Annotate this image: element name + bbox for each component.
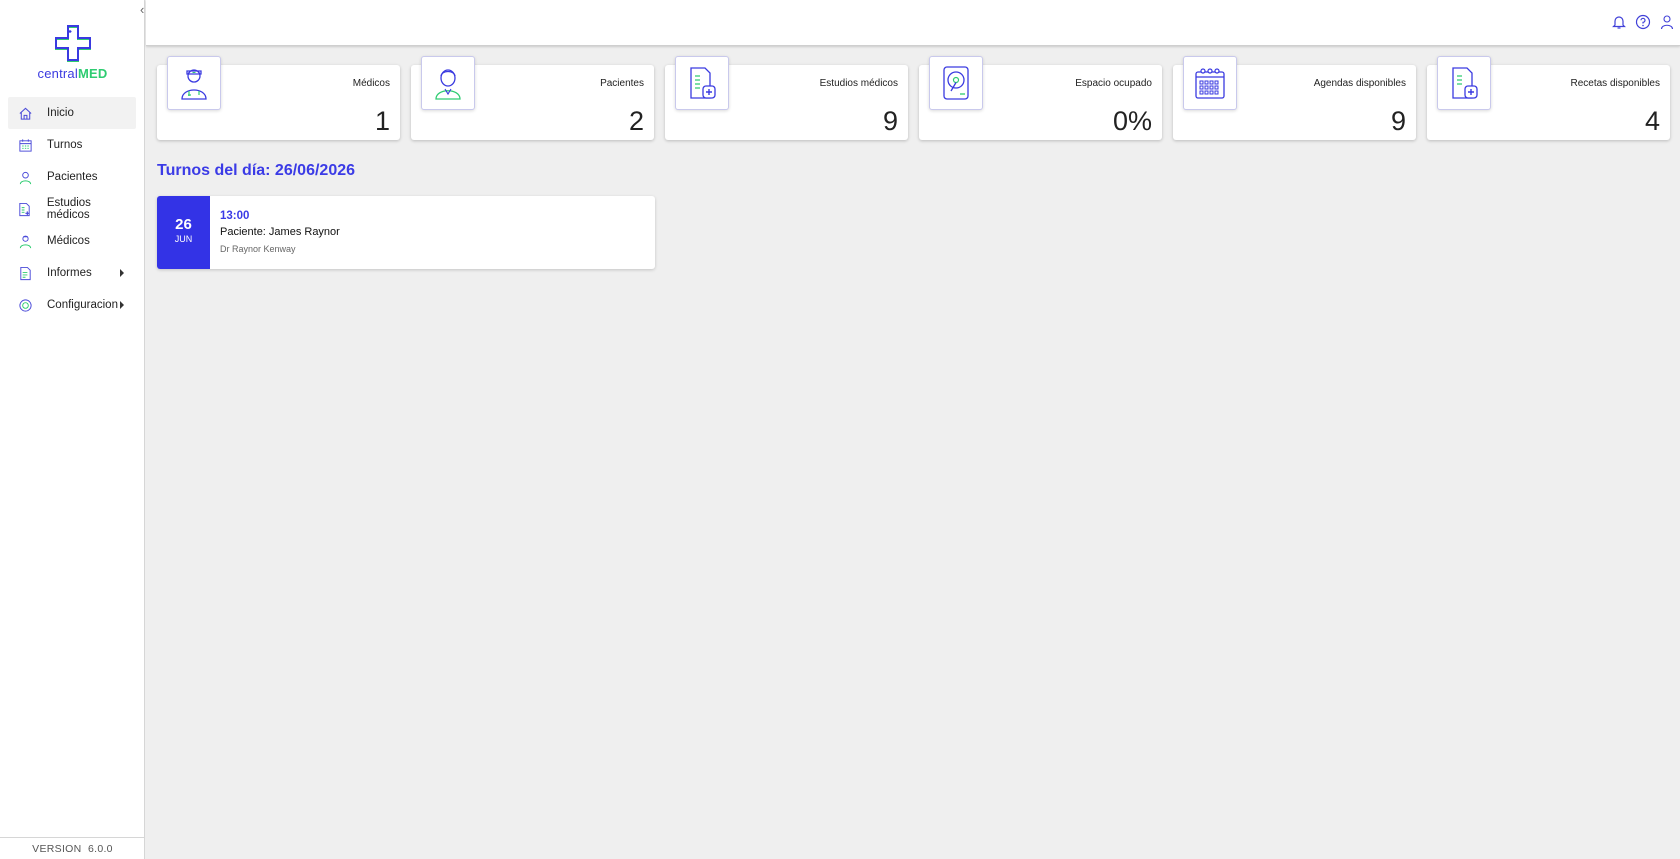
home-icon bbox=[17, 105, 33, 121]
appointment-month: JUN bbox=[174, 234, 193, 244]
sidebar-item-label: Turnos bbox=[47, 139, 83, 151]
stat-card-value: 2 bbox=[628, 106, 644, 136]
stat-card-value: 1 bbox=[374, 106, 390, 136]
settings-icon bbox=[17, 297, 33, 313]
patient-icon bbox=[421, 56, 475, 110]
medical-study-icon bbox=[675, 56, 729, 110]
help-icon[interactable] bbox=[1634, 13, 1652, 31]
stat-card-estudios-medicos[interactable]: Estudios médicos 9 bbox=[665, 56, 908, 140]
appointment-date-badge: 26 JUN bbox=[157, 196, 210, 269]
appointment-day: 26 bbox=[175, 216, 192, 233]
stat-card-pacientes[interactable]: Pacientes 2 bbox=[411, 56, 654, 140]
sidebar-item-inicio[interactable]: Inicio bbox=[8, 97, 136, 129]
stat-card-value: 9 bbox=[882, 106, 898, 136]
patient-icon bbox=[17, 169, 33, 185]
stat-card-recetas-disponibles[interactable]: Recetas disponibles 4 bbox=[1427, 56, 1670, 140]
topbar bbox=[146, 0, 1680, 46]
stat-card-label: Pacientes bbox=[600, 78, 644, 89]
sidebar-item-estudios-medicos[interactable]: Estudios médicos bbox=[8, 193, 136, 225]
today-appointments-title: Turnos del día: 26/06/2026 bbox=[157, 162, 356, 179]
stat-card-medicos[interactable]: Médicos 1 bbox=[157, 56, 400, 140]
stat-card-label: Recetas disponibles bbox=[1570, 78, 1661, 89]
prescription-icon bbox=[1437, 56, 1491, 110]
appointment-time: 13:00 bbox=[220, 210, 250, 222]
sidebar-item-configuracion[interactable]: Configuracion bbox=[8, 289, 136, 321]
sidebar-item-label: Médicos bbox=[47, 235, 90, 247]
appointment-card[interactable]: 26 JUN 13:00 Paciente: James Raynor Dr R… bbox=[157, 196, 655, 269]
sidebar-item-label: Pacientes bbox=[47, 171, 98, 183]
stat-card-value: 4 bbox=[1644, 106, 1660, 136]
user-icon[interactable] bbox=[1658, 13, 1676, 31]
submenu-arrow-icon bbox=[120, 269, 124, 277]
sidebar-item-label: Informes bbox=[47, 267, 92, 279]
submenu-arrow-icon bbox=[120, 301, 124, 309]
sidebar-item-informes[interactable]: Informes bbox=[8, 257, 136, 289]
sidebar-menu: Inicio Turnos Pacientes Estudios médicos… bbox=[8, 97, 136, 321]
sidebar-item-pacientes[interactable]: Pacientes bbox=[8, 161, 136, 193]
sidebar: ‹ centralMED Inicio Turnos Pacientes Est… bbox=[0, 0, 145, 859]
sidebar-item-medicos[interactable]: Médicos bbox=[8, 225, 136, 257]
stat-card-label: Espacio ocupado bbox=[1075, 78, 1152, 89]
appointment-patient: Paciente: James Raynor bbox=[220, 226, 340, 238]
stat-card-value: 0% bbox=[1112, 106, 1152, 136]
medical-cross-logo-icon bbox=[54, 25, 91, 62]
bell-icon[interactable] bbox=[1610, 13, 1628, 31]
appointment-doctor: Dr Raynor Kenway bbox=[220, 244, 296, 254]
logo-text: centralMED bbox=[37, 66, 108, 81]
app-logo[interactable]: centralMED bbox=[0, 24, 145, 81]
doctor-icon bbox=[17, 233, 33, 249]
stat-card-label: Médicos bbox=[352, 78, 390, 89]
stat-card-value: 9 bbox=[1390, 106, 1406, 136]
stat-card-espacio-ocupado[interactable]: Espacio ocupado 0% bbox=[919, 56, 1162, 140]
doctor-icon bbox=[167, 56, 221, 110]
stat-card-label: Estudios médicos bbox=[819, 78, 898, 89]
stat-card-label: Agendas disponibles bbox=[1313, 78, 1406, 89]
report-icon bbox=[17, 265, 33, 281]
calendar-icon bbox=[17, 137, 33, 153]
hard-drive-icon bbox=[929, 56, 983, 110]
stats-cards: Médicos 1 Pacientes 2 Estudios médicos 9… bbox=[157, 56, 1673, 142]
topbar-actions bbox=[1610, 13, 1676, 31]
sidebar-item-label: Inicio bbox=[47, 107, 74, 119]
calendar-icon bbox=[1183, 56, 1237, 110]
stat-card-agendas-disponibles[interactable]: Agendas disponibles 9 bbox=[1173, 56, 1416, 140]
sidebar-item-label: Configuracion bbox=[47, 299, 118, 311]
document-icon bbox=[17, 201, 33, 217]
sidebar-item-label: Estudios médicos bbox=[46, 197, 91, 221]
sidebar-item-turnos[interactable]: Turnos bbox=[8, 129, 136, 161]
version-label: VERSION 6.0.0 bbox=[0, 837, 145, 859]
